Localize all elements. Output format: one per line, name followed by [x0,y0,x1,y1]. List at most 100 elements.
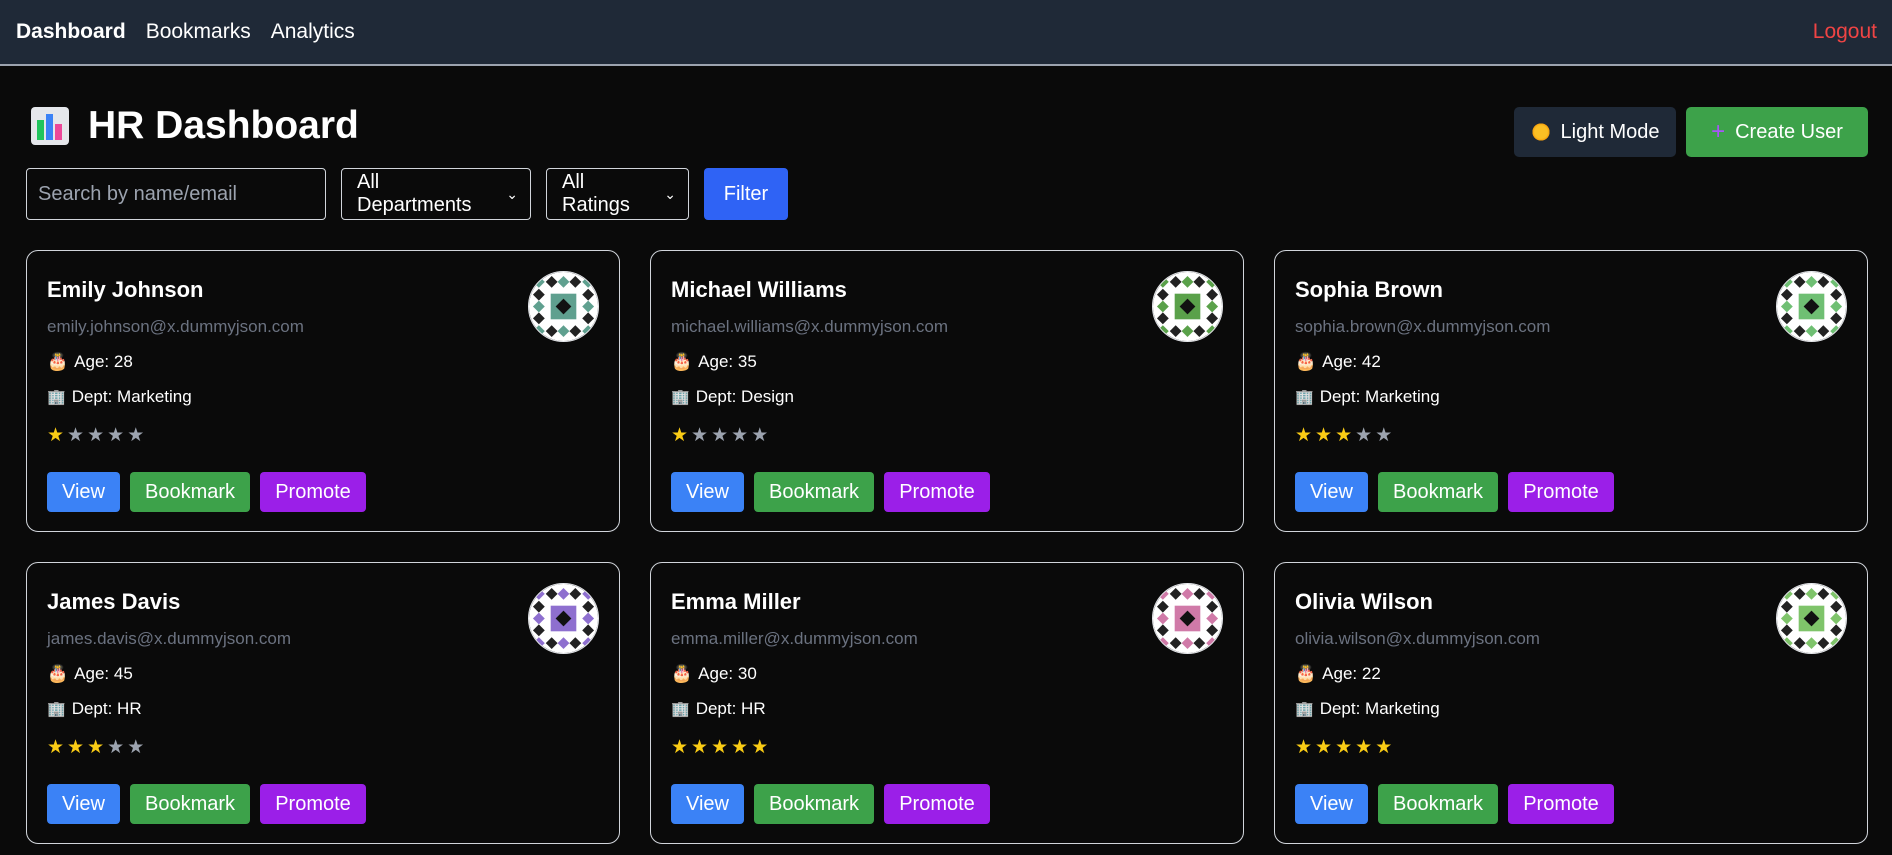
bar-chart-icon [31,107,69,145]
star-icon: ★ [671,737,689,758]
avatar-pattern-icon [1153,584,1222,653]
view-button[interactable]: View [1295,784,1368,824]
user-dept-text: Dept: Marketing [1319,699,1440,718]
building-icon: 🏢 [1295,389,1314,406]
rating-stars: ★ ★ ★ ★ ★ [671,738,771,757]
rating-stars: ★ ★ ★ ★ ★ [47,426,147,445]
avatar [1152,271,1223,342]
logout-link[interactable]: Logout [1813,20,1877,44]
bookmark-button[interactable]: Bookmark [130,472,250,512]
view-button[interactable]: View [1295,472,1368,512]
top-nav: Dashboard Bookmarks Analytics Logout [0,0,1892,66]
user-name: Olivia Wilson [1295,589,1433,614]
avatar-pattern-icon [1153,272,1222,341]
star-icon: ★ [751,425,769,446]
nav-dashboard-link[interactable]: Dashboard [16,20,126,44]
user-email: emily.johnson@x.dummyjson.com [47,317,304,336]
building-icon: 🏢 [671,389,690,406]
view-button[interactable]: View [671,784,744,824]
nav-bookmarks-link[interactable]: Bookmarks [146,20,251,44]
star-icon: ★ [731,737,749,758]
user-name: Emma Miller [671,589,801,614]
filter-button[interactable]: Filter [704,168,788,220]
user-age-text: Age: 28 [74,352,133,371]
cake-icon: 🎂 [47,352,69,371]
star-icon: ★ [127,737,145,758]
user-dept: 🏢 Dept: HR [671,699,766,719]
view-button[interactable]: View [671,472,744,512]
light-mode-label: Light Mode [1560,120,1660,143]
user-dept-text: Dept: Marketing [1319,387,1440,406]
promote-button[interactable]: Promote [884,784,990,824]
star-icon: ★ [107,425,125,446]
user-name: Emily Johnson [47,277,204,302]
user-age-text: Age: 35 [698,352,757,371]
avatar [528,583,599,654]
light-mode-button[interactable]: Light Mode [1514,107,1676,157]
promote-button[interactable]: Promote [1508,472,1614,512]
avatar [1776,271,1847,342]
bookmark-button[interactable]: Bookmark [1378,472,1498,512]
promote-button[interactable]: Promote [260,472,366,512]
user-name: Michael Williams [671,277,847,302]
star-icon: ★ [1335,737,1353,758]
cake-icon: 🎂 [1295,664,1317,683]
create-user-button[interactable]: + Create User [1686,107,1868,157]
star-icon: ★ [1295,737,1313,758]
card-actions: View Bookmark Promote [1295,472,1624,512]
department-select[interactable]: All Departments ⌄ [341,168,531,220]
card-actions: View Bookmark Promote [47,784,376,824]
user-dept-text: Dept: Marketing [71,387,192,406]
star-icon: ★ [127,425,145,446]
user-dept: 🏢 Dept: Marketing [47,387,192,407]
star-icon: ★ [1375,425,1393,446]
rating-stars: ★ ★ ★ ★ ★ [1295,426,1395,445]
nav-analytics-link[interactable]: Analytics [271,20,355,44]
star-icon: ★ [87,737,105,758]
user-age: 🎂 Age: 22 [1295,664,1381,684]
star-icon: ★ [47,737,65,758]
user-age-text: Age: 45 [74,664,133,683]
building-icon: 🏢 [47,701,66,718]
user-dept: 🏢 Dept: Marketing [1295,387,1440,407]
user-age-text: Age: 22 [1322,664,1381,683]
view-button[interactable]: View [47,784,120,824]
user-age-text: Age: 42 [1322,352,1381,371]
star-icon: ★ [87,425,105,446]
page-header: HR Dashboard Light Mode + Create User [0,66,1892,162]
star-icon: ★ [1315,425,1333,446]
user-dept-text: Dept: HR [71,699,142,718]
star-icon: ★ [731,425,749,446]
promote-button[interactable]: Promote [260,784,366,824]
rating-select[interactable]: All Ratings ⌄ [546,168,689,220]
chevron-down-icon: ⌄ [664,185,676,202]
user-dept: 🏢 Dept: Marketing [1295,699,1440,719]
sun-icon [1530,122,1551,142]
user-name: James Davis [47,589,181,614]
bookmark-button[interactable]: Bookmark [1378,784,1498,824]
promote-button[interactable]: Promote [1508,784,1614,824]
cake-icon: 🎂 [47,664,69,683]
bookmark-button[interactable]: Bookmark [754,784,874,824]
cake-icon: 🎂 [671,352,693,371]
star-icon: ★ [691,425,709,446]
rating-stars: ★ ★ ★ ★ ★ [1295,738,1395,757]
view-button[interactable]: View [47,472,120,512]
bookmark-button[interactable]: Bookmark [130,784,250,824]
user-dept: 🏢 Dept: Design [671,387,794,407]
cake-icon: 🎂 [1295,352,1317,371]
star-icon: ★ [67,425,85,446]
user-card-grid: Emily Johnson emily.johnson@x.dummyjson.… [26,250,1868,844]
promote-button[interactable]: Promote [884,472,990,512]
user-email: emma.miller@x.dummyjson.com [671,629,918,648]
user-age: 🎂 Age: 42 [1295,352,1381,372]
search-input[interactable] [26,168,326,220]
card-actions: View Bookmark Promote [671,784,1000,824]
user-age: 🎂 Age: 30 [671,664,757,684]
building-icon: 🏢 [671,701,690,718]
rating-select-value: All Ratings [562,171,630,216]
bookmark-button[interactable]: Bookmark [754,472,874,512]
user-card: James Davis james.davis@x.dummyjson.com … [26,562,620,844]
building-icon: 🏢 [47,389,66,406]
user-email: olivia.wilson@x.dummyjson.com [1295,629,1540,648]
